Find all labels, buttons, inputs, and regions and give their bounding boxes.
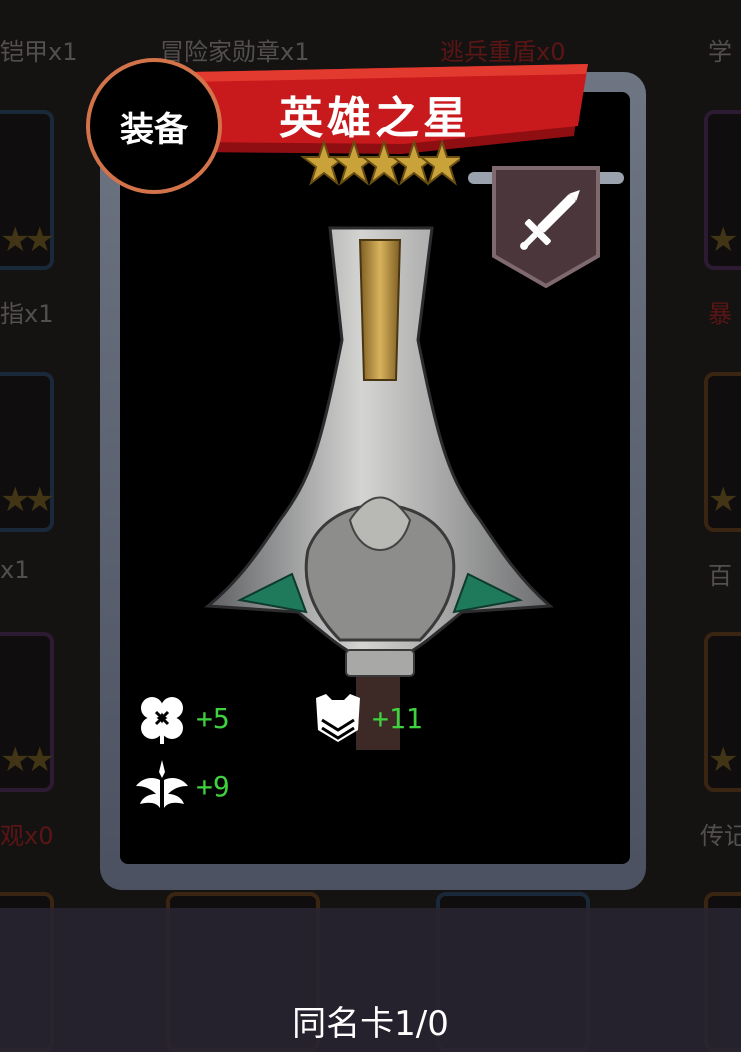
clover-icon bbox=[141, 697, 183, 744]
stat-defense-value: +11 bbox=[372, 701, 423, 735]
stat-agility-value: +9 bbox=[196, 769, 230, 803]
item-name: 英雄之星 bbox=[279, 93, 471, 144]
stat-luck-value: +5 bbox=[196, 701, 230, 735]
item-type-label: 装备 bbox=[120, 109, 188, 150]
stat-defense: +11 bbox=[310, 690, 423, 746]
wing-icon bbox=[136, 760, 188, 808]
armor-icon bbox=[316, 694, 360, 742]
stat-luck: +5 bbox=[134, 690, 230, 746]
duplicate-card-count: 同名卡1/0 bbox=[292, 1004, 449, 1044]
item-artwork bbox=[204, 226, 554, 750]
rarity-stars bbox=[300, 138, 460, 186]
stat-agility: +9 bbox=[134, 758, 230, 814]
item-type-badge: 装备 bbox=[86, 58, 222, 194]
